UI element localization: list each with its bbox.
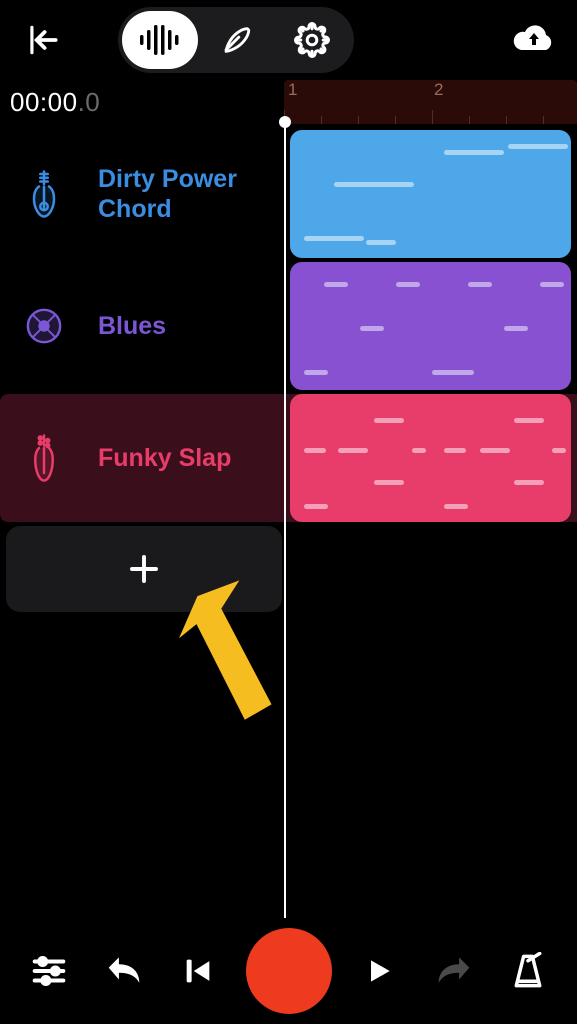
playhead-handle[interactable] — [279, 116, 291, 128]
track-header[interactable]: Dirty Power Chord — [0, 130, 284, 258]
bass-icon — [24, 433, 64, 483]
tracks-area: Dirty Power Chord Blues — [0, 130, 577, 918]
playhead[interactable] — [284, 124, 286, 918]
add-track-button[interactable] — [6, 526, 282, 612]
settings-mode-button[interactable] — [274, 11, 350, 69]
track-clip[interactable] — [290, 394, 571, 522]
track-clip[interactable] — [290, 262, 571, 390]
guitar-icon — [24, 169, 64, 219]
play-button[interactable] — [352, 944, 406, 998]
track-header[interactable]: Blues — [0, 262, 284, 390]
timeline-ruler[interactable]: 1 2 — [284, 80, 577, 124]
undo-button[interactable] — [97, 944, 151, 998]
top-toolbar — [0, 0, 577, 80]
ruler-mark: 1 — [288, 80, 297, 100]
metronome-icon — [510, 952, 546, 990]
redo-button[interactable] — [427, 944, 481, 998]
ruler-mark: 2 — [434, 80, 443, 100]
mixer-button[interactable] — [22, 944, 76, 998]
redo-icon — [433, 954, 475, 988]
skip-back-icon — [181, 954, 215, 988]
tracks-mode-button[interactable] — [122, 11, 198, 69]
play-icon — [363, 953, 395, 989]
waveform-icon — [138, 23, 182, 57]
feather-icon — [219, 23, 253, 57]
timecode-fraction: .0 — [78, 87, 101, 117]
record-button[interactable] — [246, 928, 332, 1014]
timecode-main: 00:00 — [10, 87, 78, 117]
track-header[interactable]: Funky Slap — [0, 394, 284, 522]
rewind-button[interactable] — [171, 944, 225, 998]
metronome-button[interactable] — [501, 944, 555, 998]
sliders-icon — [30, 952, 68, 990]
undo-icon — [103, 954, 145, 988]
gear-icon — [294, 22, 330, 58]
transport-bar — [0, 918, 577, 1024]
lyrics-mode-button[interactable] — [198, 11, 274, 69]
plus-icon — [126, 551, 162, 587]
track-name: Dirty Power Chord — [98, 164, 268, 224]
drum-icon — [24, 307, 64, 345]
track-row[interactable]: Dirty Power Chord — [0, 130, 577, 258]
mode-switcher — [118, 7, 354, 73]
back-button[interactable] — [18, 15, 68, 65]
timecode-display: 00:00.0 — [0, 87, 284, 118]
track-row[interactable]: Blues — [0, 262, 577, 390]
track-clip[interactable] — [290, 130, 571, 258]
track-name: Blues — [98, 312, 166, 341]
track-row-selected[interactable]: Funky Slap — [0, 394, 577, 522]
upload-button[interactable] — [509, 15, 559, 65]
track-name: Funky Slap — [98, 444, 231, 473]
cloud-upload-icon — [512, 23, 556, 57]
